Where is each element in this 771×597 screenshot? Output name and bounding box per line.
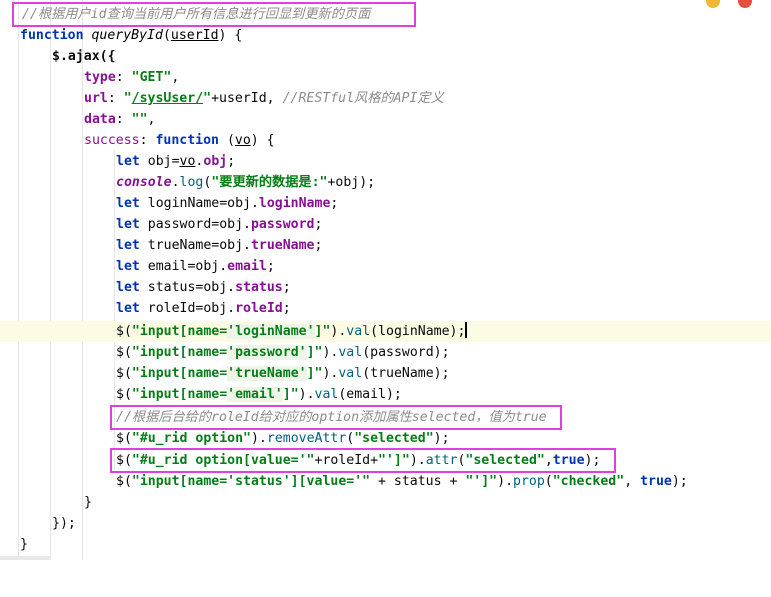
code-line[interactable]: $("input[name='trueName']").val(trueName… bbox=[0, 363, 771, 384]
code-line[interactable]: $("input[name='email']").val(email); bbox=[0, 384, 771, 405]
code-line[interactable]: let password=obj.password; bbox=[0, 214, 771, 235]
highlight-box-attr-line bbox=[110, 448, 616, 473]
code-line[interactable]: success: function (vo) { bbox=[0, 130, 771, 151]
code-line[interactable]: url: "/sysUser/"+userId, //RESTful风格的API… bbox=[0, 88, 771, 109]
code-line[interactable]: type: "GET", bbox=[0, 67, 771, 88]
code-line-current[interactable]: $("input[name='loginName']").val(loginNa… bbox=[0, 321, 771, 342]
highlight-box-comment bbox=[12, 2, 416, 27]
code-line[interactable]: $("#u_rid option").removeAttr("selected"… bbox=[0, 428, 771, 449]
horizontal-scrollbar[interactable] bbox=[0, 556, 50, 560]
code-line[interactable]: let status=obj.status; bbox=[0, 277, 771, 298]
code-line[interactable]: let obj=vo.obj; bbox=[0, 151, 771, 172]
code-line[interactable]: console.log("要更新的数据是:"+obj); bbox=[0, 172, 771, 193]
keyword: function bbox=[20, 28, 84, 43]
code-line[interactable]: let roleId=obj.roleId; bbox=[0, 298, 771, 319]
code-editor[interactable]: //根据用户id查询当前用户所有信息进行回显到更新的页面 function qu… bbox=[0, 0, 771, 560]
code-line[interactable]: let loginName=obj.loginName; bbox=[0, 193, 771, 214]
comment: //RESTful风格的API定义 bbox=[282, 91, 444, 106]
code-line[interactable]: } bbox=[0, 492, 771, 513]
code-line[interactable]: $("input[name='status'][value='" + statu… bbox=[0, 471, 771, 492]
code-line[interactable]: } bbox=[0, 534, 771, 555]
code-line[interactable]: data: "", bbox=[0, 109, 771, 130]
function-name: queryById bbox=[91, 28, 163, 43]
parameter: vo bbox=[234, 133, 251, 148]
highlight-box-role-comment bbox=[110, 405, 562, 430]
parameter: userId bbox=[170, 28, 219, 43]
code-line[interactable]: $("input[name='password']").val(password… bbox=[0, 342, 771, 363]
code-line[interactable]: $.ajax({ bbox=[0, 46, 771, 67]
code-line[interactable]: let trueName=obj.trueName; bbox=[0, 235, 771, 256]
code-line[interactable]: function queryById(userId) { bbox=[0, 25, 771, 46]
text-caret bbox=[465, 322, 468, 338]
code-line[interactable]: }); bbox=[0, 513, 771, 534]
code-line[interactable]: let email=obj.email; bbox=[0, 256, 771, 277]
